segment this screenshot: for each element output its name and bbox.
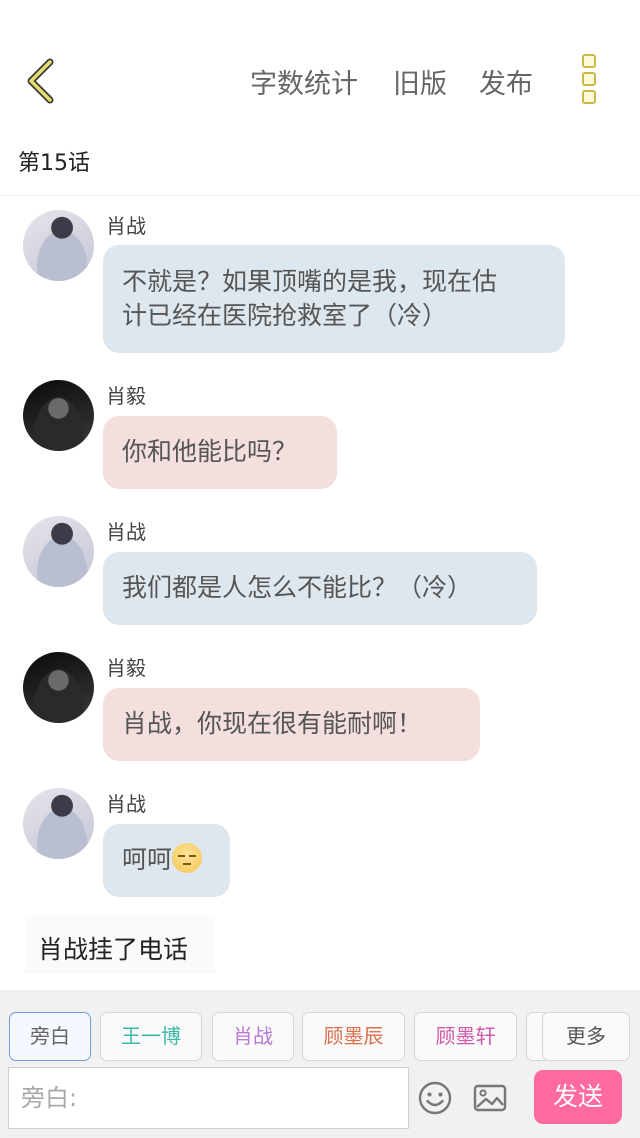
word-count-button[interactable]: 字数统计 <box>250 62 358 101</box>
avatar-xiaozhan[interactable] <box>23 788 94 859</box>
avatar-xiaozhan[interactable] <box>23 516 94 587</box>
message-text-line: 不就是？如果顶嘴的是我，现在估 <box>122 267 498 296</box>
message-text: 呵呵 <box>122 845 173 874</box>
message-bubble[interactable]: 我们都是人怎么不能比？（冷） <box>103 552 537 625</box>
role-tab-gumoxuan[interactable]: 顾墨轩 <box>414 1012 517 1061</box>
unamused-face-icon <box>172 843 203 873</box>
send-button[interactable]: 发送 <box>534 1070 622 1124</box>
narration-text[interactable]: 肖战挂了电话 <box>25 916 215 974</box>
back-button[interactable] <box>22 56 62 106</box>
message-bubble[interactable]: 肖战，你现在很有能耐啊！ <box>103 688 480 761</box>
more-roles-button[interactable]: 更多 <box>542 1012 630 1061</box>
avatar-xiaozhan[interactable] <box>23 210 94 281</box>
sender-name: 肖毅 <box>106 656 146 680</box>
emoji-button[interactable] <box>417 1080 453 1116</box>
message-text: 我们都是人怎么不能比？（冷） <box>122 573 473 602</box>
sender-name: 肖战 <box>106 792 146 816</box>
role-tab-xiaozhan[interactable]: 肖战 <box>212 1012 294 1061</box>
role-tab-narrator[interactable]: 旁白 <box>9 1012 91 1061</box>
message-bubble[interactable]: 你和他能比吗？ <box>103 416 337 489</box>
role-tab-wangyibo[interactable]: 王一博 <box>100 1012 202 1061</box>
chapter-title: 第15话 <box>18 151 90 176</box>
more-menu-icon[interactable] <box>578 54 600 108</box>
dialogue-input[interactable] <box>8 1067 409 1129</box>
sender-name: 肖毅 <box>106 384 146 408</box>
image-button[interactable] <box>472 1080 508 1116</box>
message-text-line: 计已经在医院抢救室了（冷） <box>122 301 448 330</box>
image-icon <box>473 1084 507 1112</box>
top-nav: 字数统计 旧版 发布 <box>0 0 640 130</box>
publish-button[interactable]: 发布 <box>479 62 533 101</box>
chevron-left-icon <box>27 58 54 104</box>
sender-name: 肖战 <box>106 520 146 544</box>
message-text: 肖战，你现在很有能耐啊！ <box>122 709 423 738</box>
message-text: 你和他能比吗？ <box>122 437 298 466</box>
old-version-button[interactable]: 旧版 <box>393 62 447 101</box>
role-tab-gumochen[interactable]: 顾墨辰 <box>302 1012 405 1061</box>
avatar-xiaoyi[interactable] <box>23 380 94 451</box>
message-bubble[interactable]: 不就是？如果顶嘴的是我，现在估 计已经在医院抢救室了（冷） <box>103 245 565 353</box>
message-bubble[interactable]: 呵呵 <box>103 824 230 897</box>
smiley-icon <box>418 1081 452 1115</box>
header-divider <box>0 195 640 196</box>
avatar-xiaoyi[interactable] <box>23 652 94 723</box>
sender-name: 肖战 <box>106 214 146 238</box>
